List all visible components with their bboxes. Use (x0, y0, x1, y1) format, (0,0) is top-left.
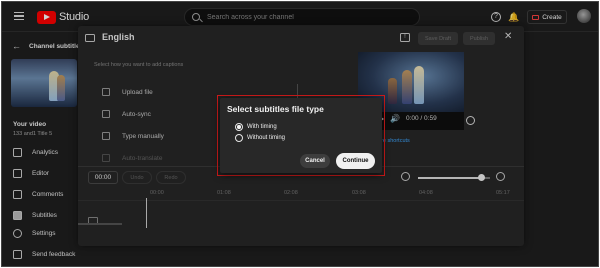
option-label: Auto-sync (122, 110, 151, 118)
youtube-play-icon (37, 10, 56, 24)
editor-icon (13, 169, 22, 178)
zoom-slider-handle[interactable] (477, 174, 485, 181)
cancel-button[interactable]: Cancel (300, 154, 330, 168)
option-label: Type manually (122, 132, 164, 140)
back-title: Channel subtitles (29, 42, 79, 50)
tick-label: 02:08 (284, 190, 298, 196)
save-draft-button[interactable]: Save Draft (418, 32, 458, 45)
sidebar-item-label: Send feedback (32, 251, 76, 258)
undo-label: Undo (130, 174, 144, 181)
tick-label: 05:17 (496, 190, 510, 196)
sidebar-item-settings[interactable]: Settings (13, 229, 56, 238)
editor-header: English ! Save Draft Publish ✕ (78, 26, 524, 50)
create-button[interactable]: Create (527, 10, 567, 24)
help-icon[interactable]: ? (491, 12, 501, 22)
translate-icon (102, 154, 110, 162)
tick-label: 03:08 (352, 190, 366, 196)
option-upload-file[interactable]: Upload file (102, 88, 153, 96)
subtitles-icon (85, 34, 95, 42)
settings-gear-icon[interactable] (466, 116, 475, 125)
radio-button[interactable] (235, 123, 243, 131)
timeline-track[interactable] (78, 198, 524, 246)
analytics-icon (13, 148, 22, 157)
video-camera-icon (532, 14, 540, 20)
option-auto-translate: Auto-translate (102, 154, 162, 162)
timeline-scrollbar[interactable] (78, 223, 122, 225)
studio-window: Studio ? 🔔 Create ← Channel subtitles Yo… (1, 1, 599, 267)
search-input[interactable] (207, 11, 407, 23)
sync-icon (102, 110, 110, 118)
search-bar[interactable] (184, 8, 420, 26)
dialog-title: Select subtitles file type (227, 104, 324, 114)
your-video-heading: Your video (13, 121, 47, 128)
studio-logo[interactable]: Studio (37, 10, 89, 24)
caption-method-hint: Select how you want to add captions (94, 62, 184, 68)
left-sidebar: ← Channel subtitles Your video 133 and1 … (2, 33, 80, 266)
tick-label: 00:00 (150, 190, 164, 196)
sidebar-item-analytics[interactable]: Analytics (13, 148, 58, 157)
option-auto-sync[interactable]: Auto-sync (102, 110, 151, 118)
scene-figure (388, 78, 397, 104)
sidebar-item-label: Comments (32, 191, 64, 198)
zoom-slider[interactable] (418, 174, 490, 181)
radio-without-timing[interactable]: Without timing (235, 134, 285, 142)
scene-figure (402, 70, 412, 104)
sidebar-item-label: Analytics (32, 149, 59, 156)
player-controls: 🔊 0:00 / 0:59 (378, 114, 437, 123)
sidebar-item-subtitles[interactable]: Subtitles (13, 211, 57, 220)
radio-label: Without timing (247, 135, 286, 141)
scene-figure (414, 66, 424, 104)
playhead[interactable] (146, 198, 147, 228)
video-thumbnail[interactable] (11, 59, 77, 107)
sidebar-item-comments[interactable]: Comments (13, 190, 63, 199)
logo-text: Studio (59, 11, 89, 23)
thumbnail-figure (57, 75, 65, 101)
close-icon[interactable]: ✕ (504, 32, 512, 42)
subtitle-file-type-dialog: Select subtitles file type With timing W… (220, 98, 382, 173)
sidebar-item-send-feedback[interactable]: Send feedback (13, 250, 75, 259)
radio-with-timing[interactable]: With timing (235, 123, 277, 131)
settings-icon (13, 229, 22, 238)
radio-label: With timing (247, 124, 277, 130)
current-time-field[interactable]: 00:00 (88, 171, 118, 184)
undo-button[interactable]: Undo (122, 171, 152, 184)
upload-icon (102, 88, 110, 96)
report-icon[interactable]: ! (400, 33, 410, 42)
zoom-in-icon[interactable] (496, 172, 505, 181)
create-label: Create (542, 13, 562, 21)
zoom-slider-fill (418, 177, 481, 179)
menu-icon[interactable] (14, 12, 24, 21)
option-type-manually[interactable]: Type manually (102, 132, 164, 140)
feedback-icon (13, 250, 22, 259)
sidebar-item-editor[interactable]: Editor (13, 169, 49, 178)
option-label: Upload file (122, 88, 153, 96)
back-arrow-icon[interactable]: ← (12, 41, 21, 51)
keyboard-icon (102, 132, 110, 140)
timeline-ruler: 00:00 01:08 02:08 03:08 04:08 05:17 (78, 189, 524, 199)
redo-label: Redo (164, 174, 178, 181)
avatar[interactable] (577, 9, 591, 23)
sidebar-item-label: Editor (32, 170, 49, 177)
back-to-channel[interactable]: ← Channel subtitles (12, 41, 79, 51)
publish-button[interactable]: Publish (463, 32, 495, 45)
radio-button[interactable] (235, 134, 243, 142)
editor-title: English (102, 32, 135, 42)
volume-icon[interactable]: 🔊 (390, 114, 400, 123)
search-icon (192, 13, 200, 21)
redo-button[interactable]: Redo (156, 171, 186, 184)
zoom-out-icon[interactable] (401, 172, 410, 181)
tick-label: 01:08 (217, 190, 231, 196)
sidebar-item-label: Settings (32, 230, 56, 237)
bell-icon[interactable]: 🔔 (508, 12, 519, 22)
comments-icon (13, 190, 22, 199)
option-label: Auto-translate (122, 154, 163, 162)
video-subtitle: 133 and1 Title 5 (13, 131, 53, 137)
sidebar-item-label: Subtitles (32, 212, 57, 219)
continue-button[interactable]: Continue (336, 153, 375, 169)
player-time: 0:00 / 0:59 (405, 115, 437, 122)
subtitles-icon (13, 211, 22, 220)
tick-label: 04:08 (419, 190, 433, 196)
